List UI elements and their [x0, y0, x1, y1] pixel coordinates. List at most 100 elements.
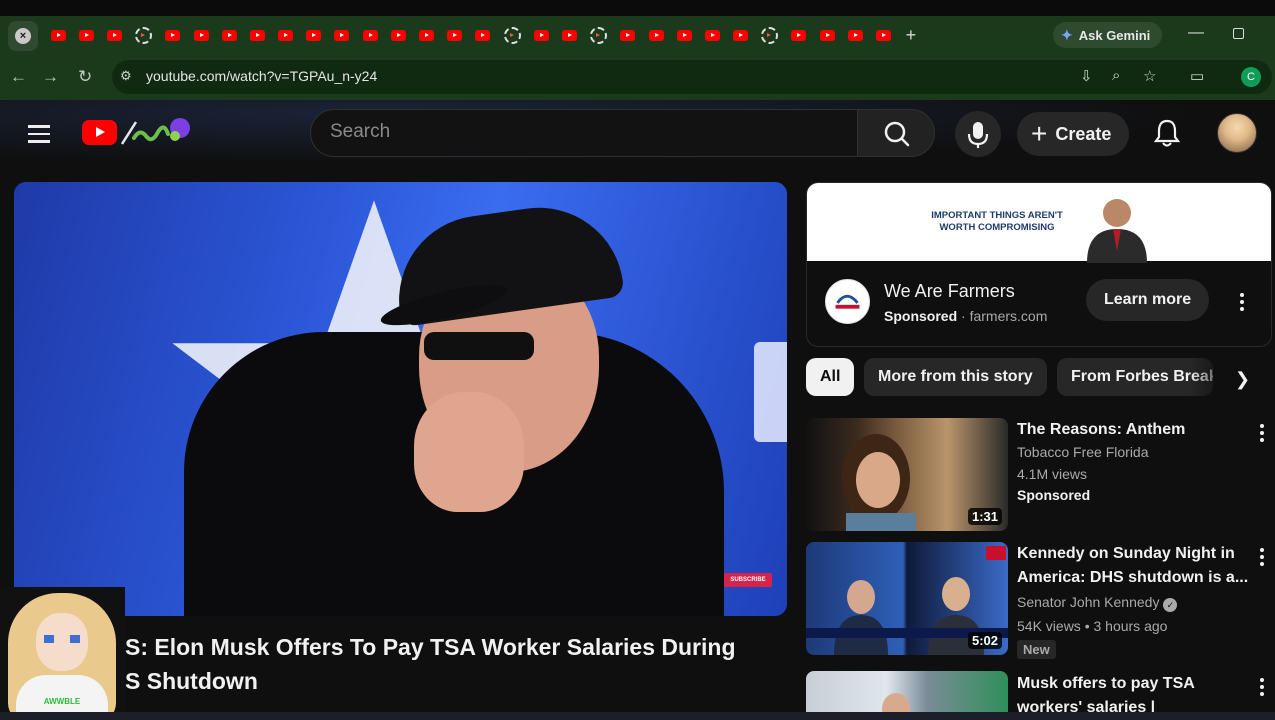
youtube-logo[interactable]: [82, 120, 117, 145]
ad-spokesperson-image: [1087, 199, 1147, 263]
youtube-tab-icon[interactable]: [135, 27, 153, 44]
rec-channel-name: Senator John Kennedy: [1017, 594, 1160, 610]
new-tab-icon[interactable]: +: [906, 25, 917, 46]
browser-profile-avatar[interactable]: C: [1241, 67, 1261, 87]
youtube-tab-icon[interactable]: [390, 30, 406, 41]
sponsored-ad-card[interactable]: IMPORTANT THINGS AREN'T WORTH COMPROMISI…: [806, 182, 1272, 347]
youtube-tab-icon[interactable]: [193, 30, 209, 41]
search-button[interactable]: [857, 109, 935, 157]
youtube-tab-icon[interactable]: [306, 30, 322, 41]
side-panel-icon[interactable]: ▭: [1190, 67, 1204, 85]
minimize-icon[interactable]: —: [1188, 24, 1204, 42]
youtube-tab-icon[interactable]: [50, 30, 66, 41]
video-title-line-2: S Shutdown: [125, 668, 258, 694]
rec-more-options-icon[interactable]: [1259, 678, 1265, 699]
youtube-tab-icon[interactable]: [249, 30, 265, 41]
ad-more-options-icon[interactable]: [1239, 293, 1245, 314]
youtube-tab-icon[interactable]: [334, 30, 350, 41]
active-tab[interactable]: ×: [8, 20, 38, 51]
search-icon: [884, 121, 910, 147]
youtube-tab-icon[interactable]: [590, 27, 608, 44]
youtube-tab-icon[interactable]: [278, 30, 294, 41]
taskbar-edge: [0, 712, 1275, 720]
speaker-glasses: [424, 332, 534, 360]
new-badge: New: [1017, 640, 1056, 659]
back-icon[interactable]: ←: [10, 67, 27, 87]
youtube-tab-icon[interactable]: [761, 27, 779, 44]
youtube-tab-icon[interactable]: [106, 30, 122, 41]
youtube-tab-icon[interactable]: [620, 30, 636, 41]
close-icon[interactable]: ×: [15, 27, 31, 44]
rec-views: 4.1M views: [1017, 466, 1088, 482]
youtube-tab-icon[interactable]: [791, 30, 807, 41]
rec-title[interactable]: The Reasons: Anthem: [1017, 418, 1249, 442]
chevron-right-icon[interactable]: ❯: [1235, 369, 1250, 390]
account-avatar[interactable]: [1217, 113, 1257, 153]
advertiser-name[interactable]: We Are Farmers: [884, 281, 1015, 302]
youtube-tab-icon[interactable]: [704, 30, 720, 41]
install-app-icon[interactable]: ⇩: [1080, 67, 1093, 85]
youtube-tab-icon[interactable]: [362, 30, 378, 41]
url-text[interactable]: youtube.com/watch?v=TGPAu_n-y24: [146, 68, 377, 84]
sponsored-label: Sponsored: [884, 308, 958, 324]
menu-icon[interactable]: [28, 125, 50, 148]
voice-search-button[interactable]: [955, 111, 1001, 157]
ad-domain: farmers.com: [969, 308, 1048, 324]
rec-more-options-icon[interactable]: [1259, 424, 1265, 445]
gemini-icon: ✦: [1061, 26, 1073, 43]
ask-gemini-label: Ask Gemini: [1078, 27, 1151, 43]
video-duration: 1:31: [967, 508, 1002, 525]
subscribe-watermark: SUBSCRIBE: [724, 573, 772, 587]
search-input[interactable]: [330, 121, 830, 143]
youtube-tab-icon[interactable]: [221, 30, 237, 41]
youtube-tab-icon[interactable]: [819, 30, 835, 41]
youtube-tab-icon[interactable]: [561, 30, 577, 41]
youtube-tab-icon[interactable]: [503, 27, 521, 44]
youtube-tab-icon[interactable]: [78, 30, 94, 41]
reload-icon[interactable]: ↻: [78, 67, 92, 87]
video-player[interactable]: SUBSCRIBE: [14, 182, 787, 616]
youtube-tab-icon[interactable]: [419, 30, 435, 41]
ad-sponsored-line: Sponsored · farmers.com: [884, 308, 1048, 324]
forward-icon[interactable]: →: [42, 67, 59, 87]
notifications-bell-icon[interactable]: [1153, 118, 1181, 148]
farmers-logo: [825, 279, 870, 324]
chip-fade: [1190, 356, 1230, 398]
video-title-line-1: S: Elon Musk Offers To Pay TSA Worker Sa…: [125, 634, 736, 660]
youtube-tab-icon[interactable]: [475, 30, 491, 41]
bookmark-star-icon[interactable]: ☆: [1143, 67, 1156, 85]
chip-all[interactable]: All: [806, 358, 855, 396]
rec-sponsored-label: Sponsored: [1017, 487, 1091, 503]
rec-thumbnail[interactable]: 5:02: [806, 542, 1008, 655]
rec-more-options-icon[interactable]: [1259, 548, 1265, 569]
rec-thumbnail[interactable]: 1:31: [806, 418, 1008, 531]
tab-list: [44, 27, 898, 44]
restore-icon[interactable]: [1233, 28, 1244, 39]
youtube-tab-icon[interactable]: [847, 30, 863, 41]
chip-more-from-this-story[interactable]: More from this story: [864, 358, 1047, 396]
rec-meta: 54K views • 3 hours ago: [1017, 618, 1168, 634]
rec-channel[interactable]: Tobacco Free Florida: [1017, 441, 1149, 463]
video-duration: 5:02: [967, 632, 1002, 649]
rec-channel[interactable]: Senator John Kennedy ✓: [1017, 591, 1178, 613]
zoom-icon[interactable]: ⌕: [1112, 67, 1120, 84]
ad-banner[interactable]: IMPORTANT THINGS AREN'T WORTH COMPROMISI…: [807, 183, 1271, 263]
create-label: Create: [1055, 123, 1112, 144]
youtube-tab-icon[interactable]: [676, 30, 692, 41]
create-button[interactable]: + Create: [1017, 112, 1130, 156]
youtube-tab-icon[interactable]: [165, 30, 181, 41]
youtube-tab-icon[interactable]: [876, 30, 892, 41]
rec-title[interactable]: Kennedy on Sunday Night in America: DHS …: [1017, 542, 1249, 590]
youtube-tab-icon[interactable]: [533, 30, 549, 41]
avatar-shirt-text: AWWBLE: [43, 697, 81, 706]
learn-more-button[interactable]: Learn more: [1086, 279, 1210, 321]
site-settings-icon[interactable]: ⚙: [120, 68, 132, 84]
youtube-tab-icon[interactable]: [648, 30, 664, 41]
youtube-tab-icon[interactable]: [733, 30, 749, 41]
backdrop-lettering: [754, 342, 787, 442]
ask-gemini-button[interactable]: ✦ Ask Gemini: [1053, 22, 1163, 48]
streamer-avatar-overlay: AWWBLE: [0, 587, 125, 720]
doodle-logo[interactable]: [120, 116, 192, 148]
youtube-tab-icon[interactable]: [447, 30, 463, 41]
video-title: S: Elon Musk Offers To Pay TSA Worker Sa…: [125, 630, 785, 698]
